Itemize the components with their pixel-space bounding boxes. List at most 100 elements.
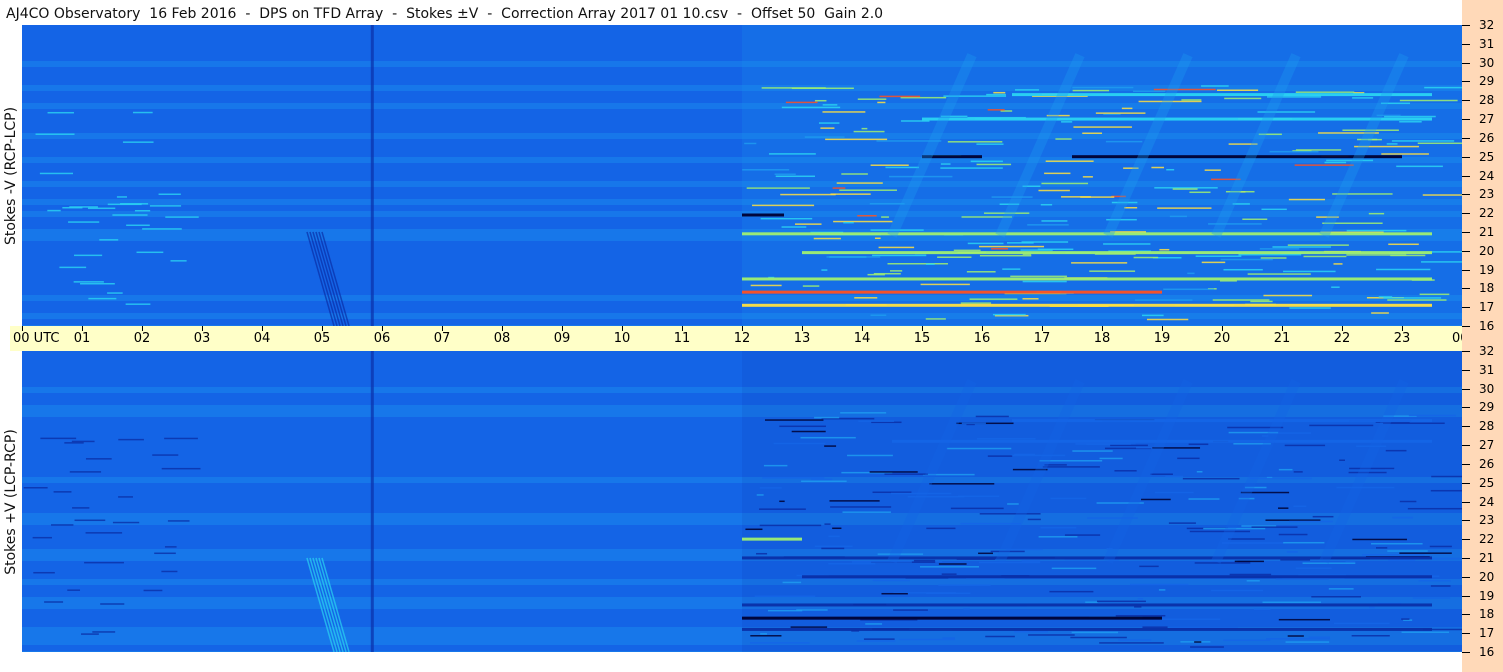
streak [1223,639,1271,642]
streak [840,412,887,414]
streak [1399,500,1417,503]
streak [1399,99,1458,102]
streak [832,527,842,530]
streak [804,136,845,138]
freq-tick [1462,175,1470,177]
time-tick-label: 08 [493,331,511,346]
interference-band [742,303,1432,307]
streak [1430,489,1462,492]
time-tick-label: 00 UTC [13,331,60,346]
streak [1333,622,1390,625]
time-tick-label: 20 [1213,331,1231,346]
streak [170,260,187,262]
streak [1333,263,1343,265]
freq-tick-label: 21 [1479,224,1495,239]
interference-band [742,213,784,217]
streak [1071,631,1119,634]
vertical-line [370,25,374,326]
streak [1388,559,1416,561]
streak [764,419,824,421]
time-tick-label: 19 [1153,331,1171,346]
streak [1002,268,1021,270]
streak [802,285,820,287]
streak [801,480,847,483]
streak [1269,150,1319,153]
streak [877,101,886,104]
streak [987,455,1013,457]
bottom-ylabel-container: Stokes +V (LCP-RCP) [0,351,22,652]
streak [32,536,52,539]
freq-tick-label: 20 [1479,569,1495,584]
streak [1124,206,1138,209]
streak [23,487,48,489]
freq-tick-label: 30 [1479,381,1495,396]
streak [828,535,840,538]
streak [832,187,846,189]
streak [136,251,164,254]
streak [1212,299,1270,301]
streak [1137,598,1144,600]
streak [1169,215,1187,218]
streak [1295,149,1342,151]
streak [1220,258,1273,261]
time-tick-label: 03 [193,331,211,346]
streak [1429,545,1452,548]
streak [1422,194,1462,196]
time-tick-label: 06 [373,331,391,346]
streak [854,297,878,299]
streak [781,226,807,228]
streak [118,438,144,441]
freq-tick [1462,595,1470,597]
freq-tick [1462,539,1470,541]
streak [1278,533,1308,536]
time-tick-label: 05 [313,331,331,346]
streak [122,141,154,143]
streak [39,172,74,175]
streak [869,471,918,473]
streak [1339,459,1345,461]
streak [1099,457,1123,460]
freq-tick-label: 23 [1479,187,1495,202]
streak [1283,270,1336,273]
streak [1324,161,1347,164]
streak [1401,631,1449,634]
freq-tick [1462,81,1470,83]
streak [774,173,796,175]
streak [957,495,1000,498]
streak [976,438,1036,440]
streak [890,270,903,272]
freq-tick [1462,250,1470,252]
freq-tick [1462,426,1470,428]
streak [986,93,1006,96]
freq-tick-label: 16 [1479,645,1495,659]
streak [1331,286,1340,288]
streak [759,524,822,527]
streak [1061,121,1073,123]
streak [1055,138,1072,140]
streak [1049,590,1094,593]
streak [975,415,1009,418]
streak [1303,255,1347,258]
streak [1349,467,1395,470]
streak [1392,516,1414,519]
streak [893,609,928,611]
freq-tick-label: 32 [1479,18,1495,32]
streak [1071,262,1128,264]
streak [1431,475,1462,478]
streak [1287,244,1349,246]
streak [87,207,116,210]
streak [143,589,163,592]
streak [1328,588,1354,590]
streak [1141,498,1171,501]
streak [836,182,883,184]
streak [1254,608,1271,611]
streak [851,561,912,563]
freq-tick-label: 27 [1479,112,1495,127]
interference-band [742,277,1432,281]
streak [1387,550,1428,552]
time-tick-label: 10 [613,331,631,346]
time-tick-label: 17 [1033,331,1051,346]
streak [1142,626,1168,628]
bottom-spectrogram [22,351,1462,652]
streak [1163,288,1215,291]
